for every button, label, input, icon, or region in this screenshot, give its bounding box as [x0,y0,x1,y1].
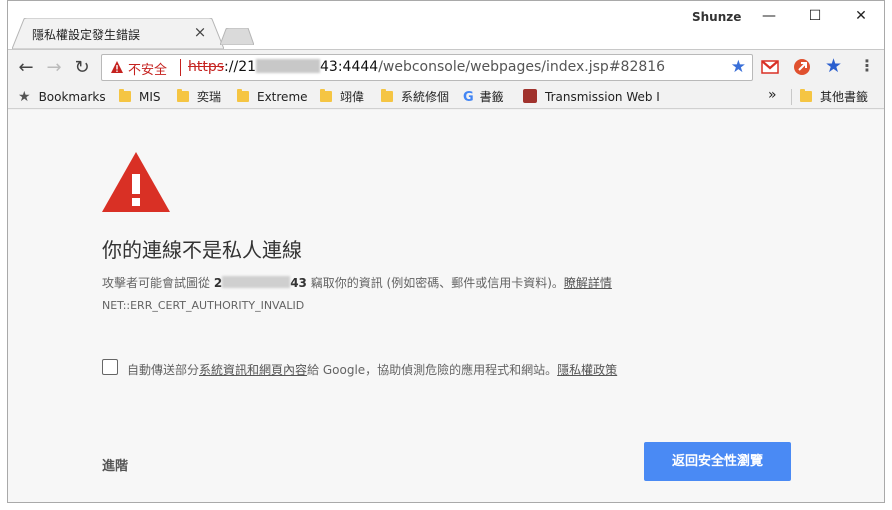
folder-icon [381,89,393,102]
profile-name[interactable]: Shunze [692,10,741,24]
star-extension-icon[interactable]: ★ [825,55,843,77]
bookmarks-overflow-button[interactable]: » [768,87,777,103]
desc-suffix: 竊取你的資訊 (例如密碼、郵件或信用卡資料)。 [306,276,564,290]
url-scheme: https [188,59,225,75]
separator [791,89,792,105]
bookmark-label: Extreme [257,90,308,104]
learn-more-link[interactable]: 瞭解詳情 [564,276,612,290]
minimize-button[interactable]: — [754,5,784,27]
folder-icon [237,89,249,102]
tab-close-icon[interactable]: × [192,24,208,40]
forward-button[interactable]: → [42,56,66,80]
transmission-icon [523,89,537,103]
folder-icon [119,89,131,102]
interstitial-page: 你的連線不是私人連線 攻擊者可能會試圖從 2 43 竊取你的資訊 (例如密碼、郵件… [8,110,884,502]
bookmark-item[interactable]: Transmission Web I [523,89,660,105]
advanced-button[interactable]: 進階 [102,455,128,474]
menu-icon[interactable]: ⋮ [859,56,877,75]
new-tab-button[interactable] [220,28,254,45]
back-to-safety-button[interactable]: 返回安全性瀏覽 [644,442,791,481]
star-icon: ★ [18,89,31,105]
url-host-start: ://21 [224,59,257,75]
error-description: 攻擊者可能會試圖從 2 43 竊取你的資訊 (例如密碼、郵件或信用卡資料)。瞭解詳… [102,274,612,291]
desc-host-start: 2 [213,276,223,290]
tab-title: 隱私權設定發生錯誤 [32,28,141,42]
other-bookmarks[interactable]: 其他書籤 [800,89,868,105]
bookmark-label: 翊偉 [340,90,365,104]
warning-icon[interactable] [110,60,124,74]
checkbox-middle: 給 Google，協助偵測危險的應用程式和網站。 [307,363,558,377]
folder-icon [177,89,189,102]
browser-window: 隱私權設定發生錯誤 × Shunze — ☐ ✕ ← → ↻ 不安全 https… [7,0,885,503]
bookmark-item[interactable]: 翊偉 [320,89,364,105]
bookmark-item[interactable]: G 書籤 [463,89,504,105]
toolbar: ← → ↻ 不安全 https://21 43:4444/webconsole/w… [8,49,884,85]
google-icon: G [463,90,474,105]
bookmark-item[interactable]: 系統修個 [381,89,449,105]
bookmark-item[interactable]: 奕瑞 [177,89,221,105]
system-info-link[interactable]: 系統資訊和網頁內容 [199,363,307,377]
bookmark-label: Transmission Web I [545,90,660,104]
bookmarks-bar: ★ Bookmarks MIS 奕瑞 Extreme 翊偉 系統修個 G 書籤 Tr… [8,85,884,109]
bookmark-label: 奕瑞 [197,90,222,104]
extension-icon[interactable] [793,58,811,76]
url-text[interactable]: https://21 43:4444/webconsole/webpages/in… [188,59,665,75]
url-host-end: 43:4444 [320,59,379,75]
bookmark-item[interactable]: ★ Bookmarks [18,89,106,105]
send-report-label: 自動傳送部分系統資訊和網頁內容給 Google，協助偵測危險的應用程式和網站。隱… [127,361,617,378]
address-bar[interactable]: 不安全 https://21 43:4444/webconsole/webpage… [101,54,753,81]
back-button[interactable]: ← [14,56,38,80]
not-secure-label[interactable]: 不安全 [128,59,167,78]
bookmark-label: 系統修個 [401,90,450,104]
bookmark-label: 書籤 [479,90,504,104]
url-path: /webconsole/webpages/index.jsp#82816 [378,59,666,75]
gmail-icon[interactable] [761,58,779,76]
bookmark-item[interactable]: Extreme [237,89,308,105]
reload-button[interactable]: ↻ [70,56,94,80]
bookmark-item[interactable]: MIS [119,89,161,105]
danger-warning-icon [102,152,170,212]
title-bar: 隱私權設定發生錯誤 × Shunze — ☐ ✕ [8,1,884,49]
folder-icon [320,89,332,102]
bookmark-star-icon[interactable]: ★ [731,57,746,77]
close-window-button[interactable]: ✕ [846,5,876,27]
separator [180,59,181,76]
checkbox-prefix: 自動傳送部分 [127,363,200,377]
folder-icon [800,89,812,102]
bookmark-label: Bookmarks [38,90,106,104]
page-title: 你的連線不是私人連線 [102,238,302,262]
desc-host-end: 43 [290,276,307,290]
maximize-button[interactable]: ☐ [800,5,830,27]
error-code: NET::ERR_CERT_AUTHORITY_INVALID [102,299,305,312]
bookmark-label: MIS [139,90,161,104]
redacted-ip [222,276,291,288]
send-report-checkbox[interactable] [102,359,118,375]
redacted-ip [256,59,321,73]
privacy-policy-link[interactable]: 隱私權政策 [557,363,617,377]
bookmark-label: 其他書籤 [820,90,869,104]
desc-prefix: 攻擊者可能會試圖從 [102,276,214,290]
